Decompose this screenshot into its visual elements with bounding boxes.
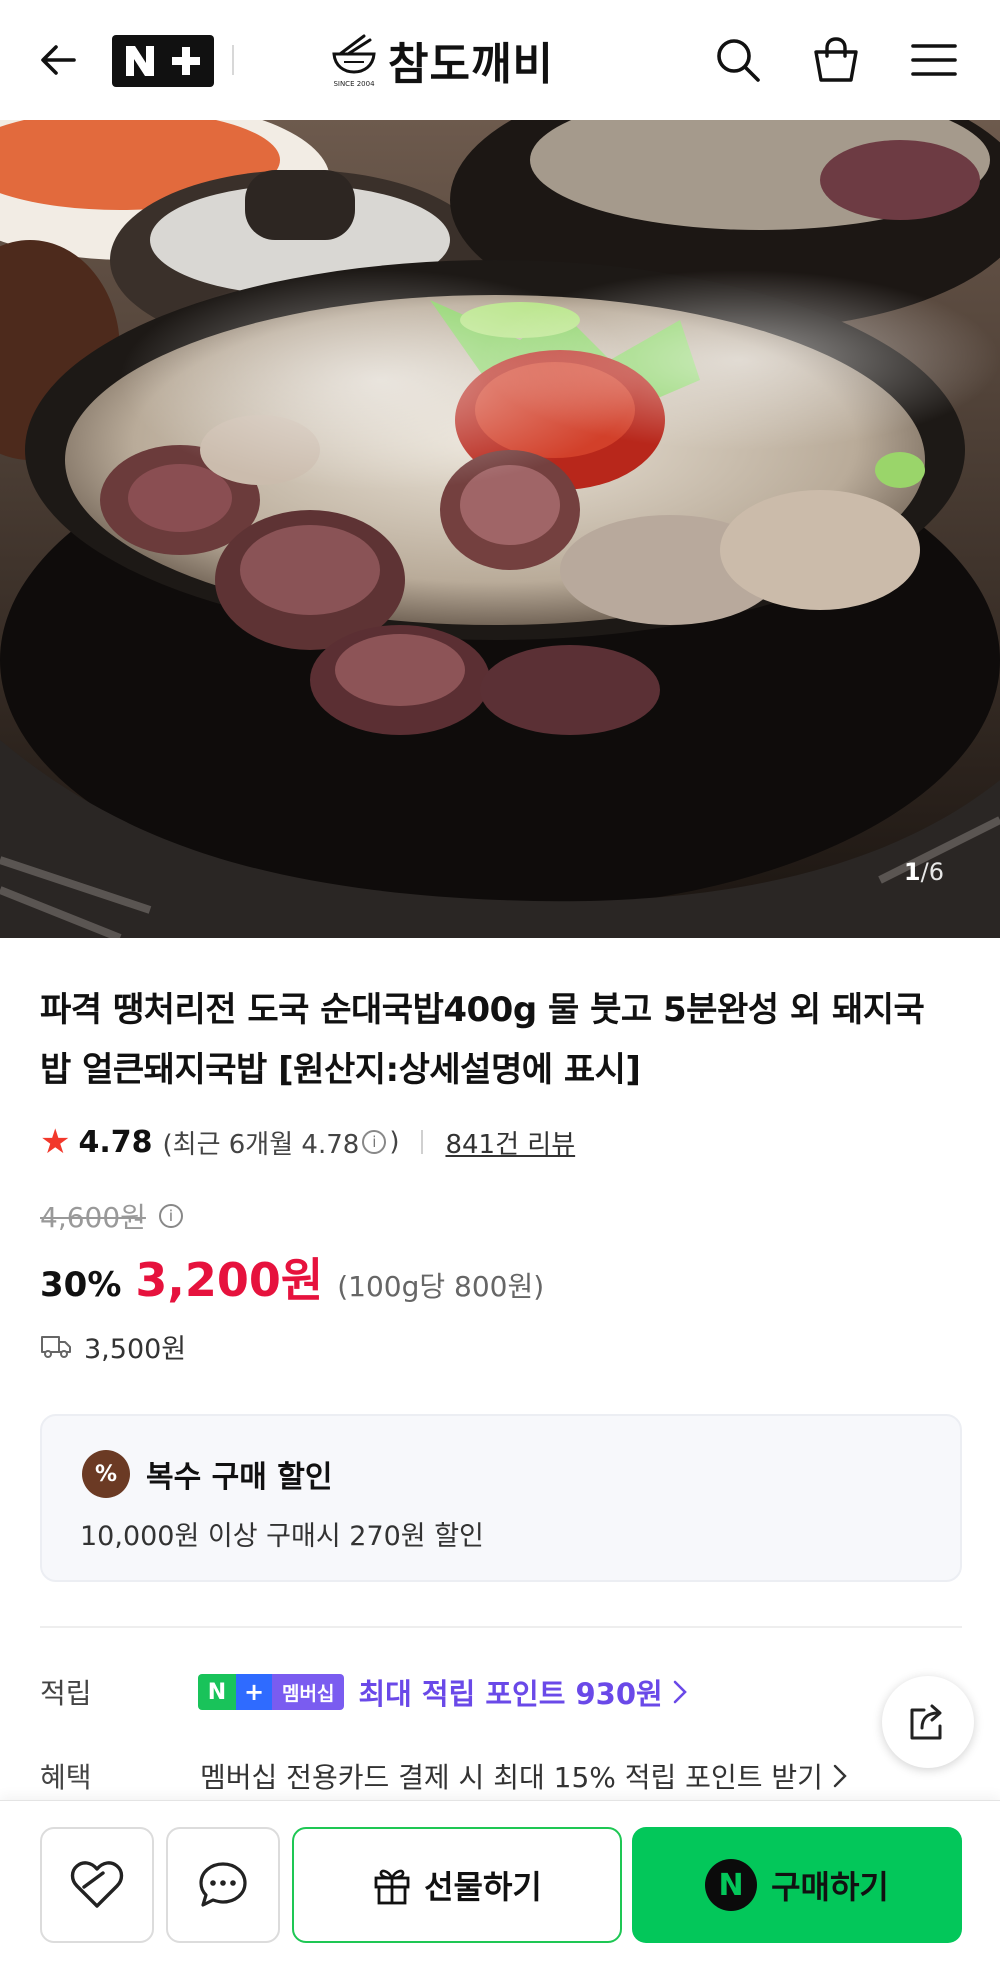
bottom-action-bar: 선물하기 N 구매하기 (0, 1800, 1000, 1966)
brand-logo[interactable]: SINCE 2004 참도깨비 (330, 28, 554, 92)
rating-score: 4.78 (78, 1124, 153, 1160)
original-price-row: 4,600원 i (40, 1196, 186, 1236)
multi-buy-title: 복수 구매 할인 (146, 1460, 333, 1495)
heart-check-icon (70, 1861, 124, 1908)
gift-button[interactable]: 선물하기 (292, 1827, 622, 1943)
original-price: 4,600원 (40, 1201, 146, 1234)
membership-badge-plus: + (236, 1674, 272, 1710)
card-benefit-link[interactable]: 멤버십 전용카드 결제 시 최대 15% 적립 포인트 받기 (200, 1756, 847, 1796)
membership-badge-n: N (198, 1674, 236, 1710)
brand-since: SINCE 2004 (333, 80, 375, 88)
card-benefit-text: 멤버십 전용카드 결제 시 최대 15% 적립 포인트 받기 (200, 1761, 823, 1794)
product-image-gallery[interactable]: 1/6 (0, 120, 1000, 938)
points-label: 적립 (40, 1677, 92, 1710)
star-icon: ★ (40, 1122, 71, 1162)
gift-icon (374, 1869, 410, 1905)
product-photo (0, 120, 1000, 938)
chat-bubble-icon (199, 1862, 247, 1907)
shipping-row: 3,500원 (40, 1326, 186, 1366)
image-counter-total: 6 (928, 858, 944, 886)
section-divider (40, 1626, 962, 1628)
arrow-left-icon (41, 45, 76, 75)
benefit-label: 혜택 (40, 1761, 92, 1794)
brand-name: 참도깨비 (388, 39, 554, 90)
naver-plus-logo-icon (126, 43, 200, 79)
sale-price-row: 30% 3,200원 (100g당 800원) (40, 1244, 545, 1307)
image-counter-current: 1 (903, 858, 921, 886)
share-icon (910, 1704, 942, 1740)
max-points-link[interactable]: 최대 적립 포인트 930원 (358, 1671, 662, 1713)
shipping-fee: 3,500원 (84, 1333, 187, 1365)
multi-buy-description: 10,000원 이상 구매시 270원 할인 (80, 1521, 484, 1552)
rating-row: ★ 4.78 (최근 6개월 4.78 i ) 841건 리뷰 (40, 1122, 575, 1162)
membership-badge-text: 멤버십 (272, 1674, 345, 1710)
product-title: 파격 땡처리전 도국 순대국밥400g 물 붓고 5분완성 외 돼지국밥 얼큰돼… (40, 990, 925, 1090)
price-info-icon[interactable]: i (158, 1204, 183, 1228)
naver-n-icon: N (705, 1859, 758, 1911)
points-row[interactable]: N + 멤버십 최대 적립 포인트 930원 (198, 1672, 687, 1712)
truck-icon (40, 1333, 72, 1359)
bowl-logo-icon: SINCE 2004 (330, 32, 378, 88)
recent-rating-prefix: (최근 6개월 4.78 (162, 1129, 360, 1160)
image-counter-separator: / (920, 858, 929, 886)
membership-badge: N + 멤버십 (198, 1674, 345, 1710)
discount-rate: 30% (40, 1265, 122, 1305)
top-header: SINCE 2004 참도깨비 (0, 0, 1000, 120)
info-icon[interactable]: i (362, 1130, 387, 1154)
image-counter: 1/6 (904, 858, 944, 886)
wishlist-button[interactable] (40, 1827, 154, 1943)
shopping-bag-icon (814, 37, 858, 82)
buy-button[interactable]: N 구매하기 (632, 1827, 962, 1943)
chevron-right-icon (833, 1764, 847, 1788)
buy-button-label: 구매하기 (771, 1868, 889, 1906)
rating-divider (421, 1130, 424, 1154)
unit-price: (100g당 800원) (337, 1270, 545, 1303)
back-button[interactable] (28, 30, 88, 90)
chevron-right-icon (673, 1680, 687, 1704)
multi-buy-discount-card: % 복수 구매 할인 10,000원 이상 구매시 270원 할인 (40, 1414, 962, 1582)
cart-button[interactable] (806, 30, 866, 90)
search-button[interactable] (708, 30, 768, 90)
chat-button[interactable] (166, 1827, 280, 1943)
hamburger-menu-icon (911, 44, 957, 76)
header-divider (232, 45, 234, 75)
recent-rating-suffix: ) (389, 1127, 400, 1157)
naver-plus-logo[interactable] (112, 35, 214, 87)
sale-price: 3,200원 (135, 1253, 324, 1307)
reviews-link[interactable]: 841건 리뷰 (445, 1124, 575, 1161)
gift-button-label: 선물하기 (424, 1868, 542, 1906)
share-button[interactable] (882, 1676, 974, 1768)
menu-button[interactable] (904, 30, 964, 90)
search-icon (717, 39, 760, 82)
percent-badge-icon: % (82, 1450, 130, 1498)
